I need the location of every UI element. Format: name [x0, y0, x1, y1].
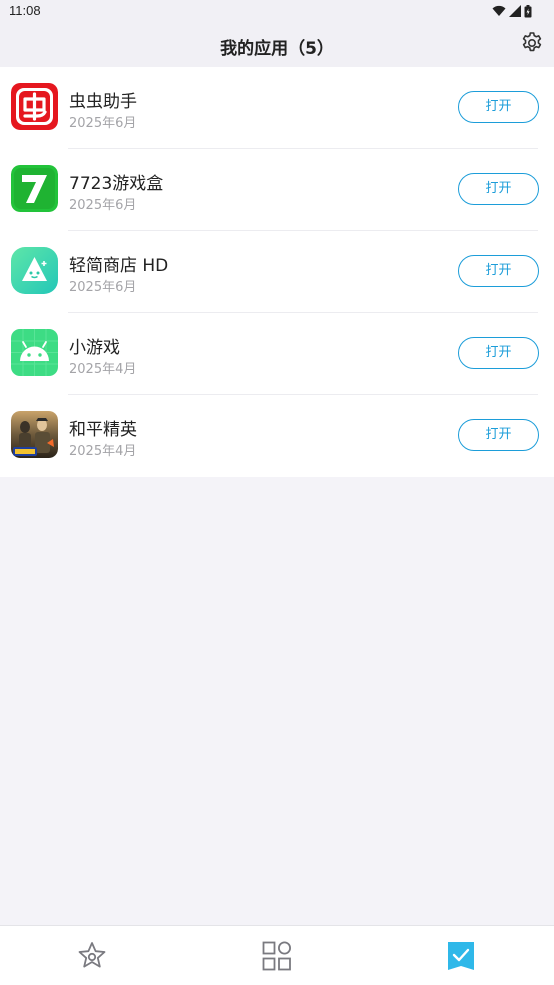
status-bar: 11:08 [0, 0, 554, 24]
android-app-icon[interactable] [11, 329, 58, 376]
header: 我的应用（5） [0, 24, 554, 67]
star-icon [78, 942, 106, 968]
check-bookmark-icon [448, 942, 474, 970]
list-item[interactable]: 轻简商店 HD 2025年6月 打开 [0, 231, 554, 313]
app-date: 2025年6月 [69, 116, 137, 131]
qingjian-store-app-icon[interactable] [11, 247, 58, 294]
app-name: 虫虫助手 [69, 92, 137, 112]
7723-app-icon[interactable] [11, 165, 58, 212]
open-button[interactable]: 打开 [458, 337, 539, 369]
status-icons [492, 4, 532, 18]
nav-item-apps[interactable] [261, 940, 293, 972]
bottom-nav [0, 925, 554, 985]
grid-icon [262, 941, 291, 971]
open-button[interactable]: 打开 [458, 419, 539, 451]
list-item[interactable]: 虫虫助手 2025年6月 打开 [0, 67, 554, 149]
list-item[interactable]: 小游戏 2025年4月 打开 [0, 313, 554, 395]
app-list: 虫虫助手 2025年6月 打开 7723游戏盒 2025年6月 打开 轻简商店 … [0, 67, 554, 477]
app-date: 2025年6月 [69, 280, 137, 295]
peace-elite-app-icon[interactable] [11, 411, 58, 458]
app-name: 轻简商店 HD [69, 256, 169, 276]
app-date: 2025年4月 [69, 362, 137, 377]
gear-icon [522, 32, 542, 52]
app-date: 2025年4月 [69, 444, 137, 459]
nav-item-favorites[interactable] [76, 940, 108, 972]
page-title: 我的应用（5） [220, 39, 334, 59]
battery-icon [524, 4, 532, 17]
app-date: 2025年6月 [69, 198, 137, 213]
chongchong-app-icon[interactable] [11, 83, 58, 130]
app-name: 小游戏 [69, 338, 120, 358]
open-button[interactable]: 打开 [458, 91, 539, 123]
open-button[interactable]: 打开 [458, 255, 539, 287]
settings-button[interactable] [520, 31, 544, 55]
nav-item-my-apps[interactable] [445, 940, 477, 972]
app-name: 和平精英 [69, 420, 137, 440]
list-item[interactable]: 和平精英 2025年4月 打开 [0, 395, 554, 477]
wifi-icon [492, 5, 506, 16]
list-item[interactable]: 7723游戏盒 2025年6月 打开 [0, 149, 554, 231]
app-name: 7723游戏盒 [69, 174, 164, 194]
open-button[interactable]: 打开 [458, 173, 539, 205]
signal-icon [509, 5, 521, 17]
status-time: 11:08 [9, 3, 41, 18]
